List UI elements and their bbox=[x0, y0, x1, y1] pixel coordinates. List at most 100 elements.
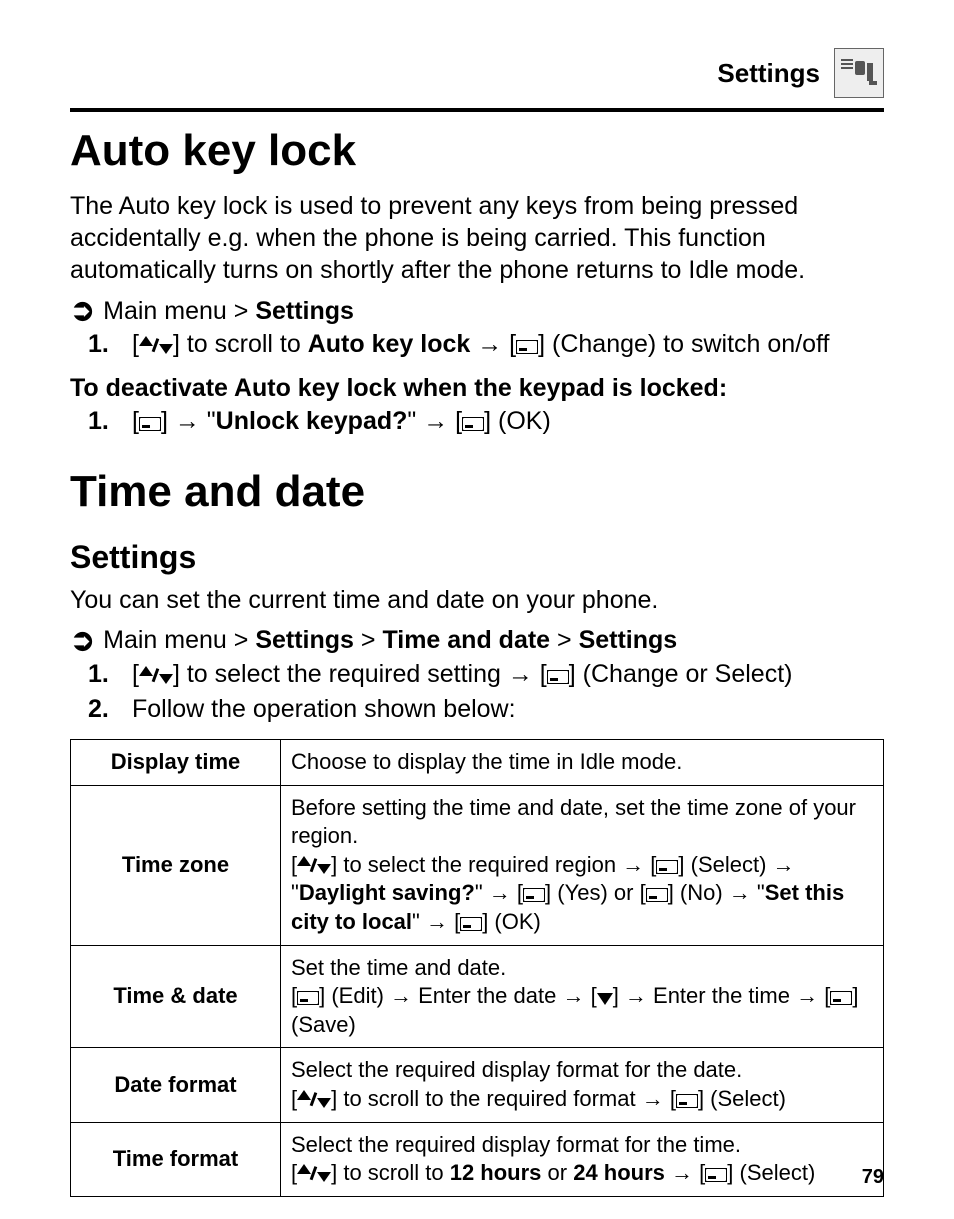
page-header: Settings bbox=[70, 48, 884, 98]
t: Settings bbox=[579, 626, 678, 654]
step-number: 2. bbox=[88, 693, 114, 727]
table-row: Date format Select the required display … bbox=[71, 1048, 884, 1122]
section-title-auto-key-lock: Auto key lock bbox=[70, 126, 884, 176]
t: [ bbox=[132, 330, 139, 358]
softkey-icon bbox=[516, 340, 538, 354]
softkey-icon bbox=[547, 670, 569, 684]
t: Settings bbox=[255, 626, 354, 654]
t: ] to select the required region → [ bbox=[331, 852, 656, 877]
row-label: Time & date bbox=[71, 945, 281, 1048]
up-down-icon bbox=[139, 666, 173, 684]
t: Select the required display format for t… bbox=[291, 1132, 741, 1157]
auto-key-lock-steps: 1. [] to scroll to Auto key lock → [] (C… bbox=[88, 328, 884, 362]
t: ] (Select) bbox=[698, 1086, 786, 1111]
step-text: Follow the operation shown below: bbox=[132, 693, 516, 727]
t: ] (Yes) or [ bbox=[545, 880, 646, 905]
nav-path-time-date: ➲ Main menu > Settings > Time and date >… bbox=[70, 626, 884, 656]
t: Daylight saving? bbox=[299, 880, 475, 905]
nav-arrow-icon: ➲ bbox=[70, 626, 95, 656]
up-down-icon bbox=[297, 1164, 331, 1182]
softkey-icon bbox=[656, 860, 678, 874]
row-desc: Set the time and date. [] (Edit) → Enter… bbox=[281, 945, 884, 1048]
deactivate-heading: To deactivate Auto key lock when the key… bbox=[70, 374, 884, 403]
up-down-icon bbox=[297, 856, 331, 874]
t: Unlock keypad? bbox=[216, 407, 408, 435]
softkey-icon bbox=[676, 1094, 698, 1108]
table-row: Display time Choose to display the time … bbox=[71, 740, 884, 786]
t: ] (Select) bbox=[727, 1160, 815, 1185]
row-desc: Select the required display format for t… bbox=[281, 1122, 884, 1196]
t: " → [ bbox=[412, 909, 460, 934]
softkey-icon bbox=[297, 991, 319, 1005]
t: Set the time and date. bbox=[291, 955, 506, 980]
t: [ bbox=[132, 660, 139, 688]
up-down-icon bbox=[139, 336, 173, 354]
t: ] to scroll to the required format → [ bbox=[331, 1086, 676, 1111]
t: ] → Enter the time → [ bbox=[613, 983, 831, 1008]
subsection-settings: Settings bbox=[70, 539, 884, 576]
page-number: 79 bbox=[862, 1166, 884, 1189]
nav-prefix: Main menu > bbox=[103, 297, 255, 325]
section-title-time-date: Time and date bbox=[70, 467, 884, 517]
t: " → [ bbox=[407, 407, 462, 435]
t: → [ bbox=[665, 1160, 705, 1185]
row-desc: Before setting the time and date, set th… bbox=[281, 785, 884, 945]
softkey-icon bbox=[462, 417, 484, 431]
settings-table: Display time Choose to display the time … bbox=[70, 739, 884, 1197]
deactivate-steps: 1. [] → "Unlock keypad?" → [] (OK) bbox=[88, 405, 884, 439]
nav-arrow-icon: ➲ bbox=[70, 296, 95, 326]
row-label: Time format bbox=[71, 1122, 281, 1196]
step-text: [ ] to select the required setting → [ ] (… bbox=[132, 658, 792, 692]
t: ] (No) → " bbox=[668, 880, 765, 905]
header-section-title: Settings bbox=[717, 58, 820, 89]
t: Main menu > bbox=[103, 626, 255, 654]
nav-path-auto-key-lock: ➲ Main menu > Settings bbox=[70, 296, 884, 326]
step-text: [] → "Unlock keypad?" → [] (OK) bbox=[132, 405, 551, 439]
t: Time and date bbox=[382, 626, 550, 654]
row-label: Time zone bbox=[71, 785, 281, 945]
t: ] (Change or Select) bbox=[569, 660, 793, 688]
up-down-icon bbox=[297, 1090, 331, 1108]
t: Auto key lock bbox=[308, 330, 471, 358]
softkey-icon bbox=[646, 888, 668, 902]
t: 24 hours bbox=[573, 1160, 665, 1185]
step-number: 1. bbox=[88, 328, 114, 362]
t: 12 hours bbox=[450, 1160, 542, 1185]
nav-text: Main menu > Settings > Time and date > S… bbox=[103, 626, 677, 655]
row-label: Date format bbox=[71, 1048, 281, 1122]
t: ] to scroll to bbox=[331, 1160, 450, 1185]
time-date-steps: 1. [ ] to select the required setting → [… bbox=[88, 658, 884, 728]
step-1: 1. [] to scroll to Auto key lock → [] (C… bbox=[88, 328, 884, 362]
auto-key-lock-intro: The Auto key lock is used to prevent any… bbox=[70, 190, 884, 286]
softkey-icon bbox=[460, 917, 482, 931]
logo-icon bbox=[839, 53, 879, 93]
softkey-icon bbox=[523, 888, 545, 902]
t: ] (OK) bbox=[484, 407, 551, 435]
t: or bbox=[541, 1160, 573, 1185]
down-icon bbox=[597, 991, 613, 1005]
table-row: Time format Select the required display … bbox=[71, 1122, 884, 1196]
step-number: 1. bbox=[88, 405, 114, 439]
row-desc: Choose to display the time in Idle mode. bbox=[281, 740, 884, 786]
t: ] (Change) to switch on/off bbox=[538, 330, 829, 358]
t: Before setting the time and date, set th… bbox=[291, 795, 856, 849]
table-row: Time & date Set the time and date. [] (E… bbox=[71, 945, 884, 1048]
softkey-icon bbox=[830, 991, 852, 1005]
step-1: 1. [ ] to select the required setting → [… bbox=[88, 658, 884, 692]
step-number: 1. bbox=[88, 658, 114, 692]
step-text: [] to scroll to Auto key lock → [] (Chan… bbox=[132, 328, 829, 362]
time-date-intro: You can set the current time and date on… bbox=[70, 584, 884, 616]
row-desc: Select the required display format for t… bbox=[281, 1048, 884, 1122]
table-row: Time zone Before setting the time and da… bbox=[71, 785, 884, 945]
header-rule bbox=[70, 108, 884, 112]
brand-logo bbox=[834, 48, 884, 98]
t: ] to select the required setting → [ bbox=[173, 660, 547, 688]
step-1: 1. [] → "Unlock keypad?" → [] (OK) bbox=[88, 405, 884, 439]
nav-text: Main menu > Settings bbox=[103, 297, 354, 326]
step-2: 2. Follow the operation shown below: bbox=[88, 693, 884, 727]
t: [ bbox=[132, 407, 139, 435]
t: Select the required display format for t… bbox=[291, 1057, 742, 1082]
t: ] (OK) bbox=[482, 909, 541, 934]
t: > bbox=[550, 626, 579, 654]
row-label: Display time bbox=[71, 740, 281, 786]
